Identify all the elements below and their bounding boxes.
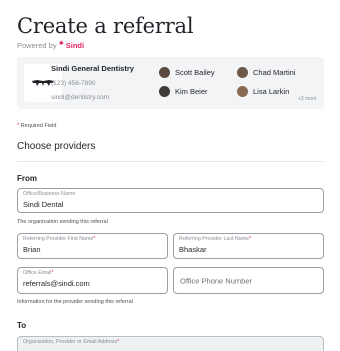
office-email-value: referrals@sindi.com (23, 279, 90, 288)
office-name-value: Sindi Dental (23, 200, 64, 209)
office-name-field[interactable]: Office/Business Name Sindi Dental (17, 188, 324, 213)
provider-item-scott-bailey[interactable]: Scott Bailey (159, 67, 215, 78)
required-field-note: * Required Field (17, 123, 56, 129)
provider-name: Chad Martini (253, 68, 296, 77)
provider-name: Kim Beier (175, 87, 208, 96)
organization-email[interactable]: sindi@dentistry.com (51, 94, 109, 101)
required-asterisk: * (51, 270, 54, 276)
powered-by: Powered by ✱ Sindi (17, 41, 84, 50)
provider-avatar (237, 67, 248, 78)
required-asterisk: * (117, 339, 120, 345)
page-title: Create a referral (17, 14, 194, 38)
provider-name: Lisa Larkin (253, 87, 290, 96)
office-name-label: Office/Business Name (23, 191, 76, 197)
first-name-label: Referring Provider First Name* (23, 236, 95, 242)
required-asterisk: * (249, 236, 252, 242)
office-name-helper: The organization sending this referral (17, 219, 108, 225)
provider-last-name-field[interactable]: Referring Provider Last Name* Bhaskar (173, 233, 324, 259)
required-field-label: Required Field (20, 123, 57, 129)
recipient-search-field[interactable]: Organization, Provider or Email Address* (17, 336, 324, 351)
choose-providers-heading: Choose providers (17, 141, 96, 152)
recipient-search-label-text: Organization, Provider or Email Address (23, 339, 118, 345)
provider-item-kim-beier[interactable]: Kim Beier (159, 86, 208, 97)
required-asterisk: * (17, 123, 20, 129)
brand-logo-icon: ✱ (58, 41, 64, 47)
provider-info-helper: Information for the provider sending thi… (17, 299, 133, 305)
last-name-value: Bhaskar (179, 245, 207, 254)
office-email-label-text: Office Email (23, 270, 52, 276)
organization-phone[interactable]: (123) 456-7890 (51, 80, 95, 87)
powered-by-label: Powered by (17, 41, 57, 50)
from-heading: From (17, 174, 37, 183)
provider-name: Scott Bailey (175, 68, 215, 77)
office-email-field[interactable]: Office Email* referrals@sindi.com (17, 267, 168, 294)
provider-avatar (237, 86, 248, 97)
provider-item-lisa-larkin[interactable]: Lisa Larkin (237, 86, 289, 97)
office-phone-field[interactable]: Office Phone Number (173, 267, 324, 294)
recipient-search-label: Organization, Provider or Email Address* (23, 339, 119, 345)
office-phone-placeholder: Office Phone Number (180, 276, 252, 285)
last-name-label: Referring Provider Last Name* (179, 236, 251, 242)
brand-name: Sindi (65, 41, 85, 50)
required-asterisk: * (93, 236, 96, 242)
provider-item-chad-martini[interactable]: Chad Martini (237, 67, 296, 78)
section-divider (17, 161, 324, 162)
more-providers-link[interactable]: +3 more (298, 96, 316, 102)
office-email-label: Office Email* (23, 270, 54, 276)
provider-first-name-field[interactable]: Referring Provider First Name* Brian (17, 233, 168, 259)
provider-avatar (159, 86, 170, 97)
last-name-label-text: Referring Provider Last Name (179, 236, 250, 242)
first-name-label-text: Referring Provider First Name (23, 236, 94, 242)
first-name-value: Brian (23, 245, 41, 254)
organization-name: Sindi General Dentistry (51, 64, 134, 73)
to-heading: To (17, 321, 27, 330)
provider-avatar (159, 67, 170, 78)
